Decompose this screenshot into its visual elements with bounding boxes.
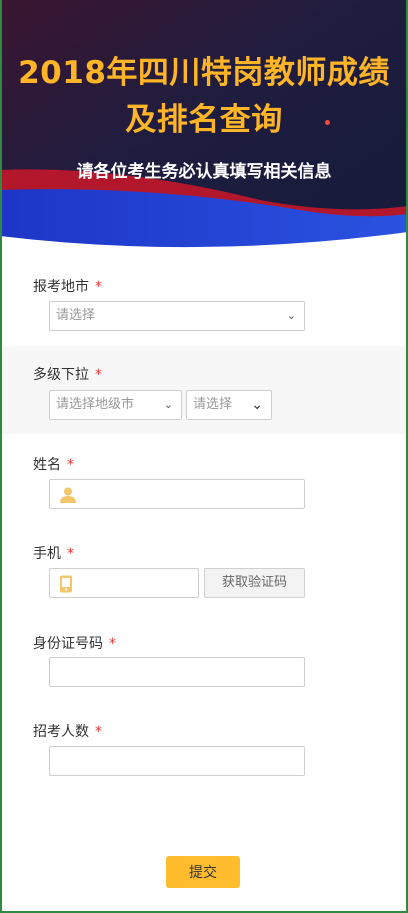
required-mark: * bbox=[95, 279, 102, 295]
required-mark: * bbox=[95, 724, 102, 740]
required-mark: * bbox=[67, 546, 74, 562]
required-mark: * bbox=[95, 367, 102, 383]
multi-level-label: 多级下拉 * bbox=[33, 367, 102, 383]
mobile-phone-icon bbox=[59, 575, 73, 597]
id-number-label: 身份证号码 * bbox=[33, 636, 116, 652]
multi-level-field-row: 多级下拉 * 请选择地级市 ⌄ 请选择 ⌄ bbox=[0, 346, 408, 434]
name-label: 姓名 * bbox=[33, 457, 74, 473]
prefecture-select-placeholder: 请选择地级市 bbox=[56, 397, 135, 412]
city-label: 报考地市 * bbox=[33, 279, 102, 295]
recruit-count-input[interactable] bbox=[49, 746, 305, 776]
page-title: 2018年四川特岗教师成绩及排名查询 bbox=[18, 55, 390, 138]
district-select-placeholder: 请选择 bbox=[193, 397, 233, 412]
phone-label: 手机 * bbox=[33, 546, 74, 562]
city-select-placeholder: 请选择 bbox=[56, 308, 96, 323]
city-field-row: 报考地市 * 请选择 ⌄ bbox=[0, 262, 408, 346]
required-mark: * bbox=[109, 636, 116, 652]
frame-border-left bbox=[0, 0, 2, 913]
chevron-down-icon: ⌄ bbox=[163, 398, 173, 411]
user-icon bbox=[59, 486, 77, 508]
recruit-count-label: 招考人数 * bbox=[33, 724, 102, 740]
chevron-down-icon: ⌄ bbox=[286, 309, 296, 322]
required-mark: * bbox=[67, 457, 74, 473]
district-select[interactable]: 请选择 ⌄ bbox=[186, 390, 272, 420]
prefecture-select[interactable]: 请选择地级市 ⌄ bbox=[49, 390, 182, 420]
get-verification-code-button[interactable]: 获取验证码 bbox=[204, 568, 305, 598]
header-banner: 2018年四川特岗教师成绩及排名查询 请各位考生务必认真填写相关信息 bbox=[0, 0, 408, 262]
chevron-down-icon: ⌄ bbox=[251, 397, 263, 413]
id-number-field-row: 身份证号码 * bbox=[0, 614, 408, 704]
id-number-input[interactable] bbox=[49, 657, 305, 687]
phone-input[interactable] bbox=[49, 568, 199, 598]
submit-button[interactable]: 提交 bbox=[166, 856, 240, 888]
phone-field-row: 手机 * 获取验证码 bbox=[0, 524, 408, 614]
recruit-count-field-row: 招考人数 * bbox=[0, 704, 408, 794]
city-select[interactable]: 请选择 ⌄ bbox=[49, 301, 305, 331]
page-subtitle: 请各位考生务必认真填写相关信息 bbox=[76, 162, 332, 182]
name-field-row: 姓名 * bbox=[0, 434, 408, 524]
name-input[interactable] bbox=[49, 479, 305, 509]
